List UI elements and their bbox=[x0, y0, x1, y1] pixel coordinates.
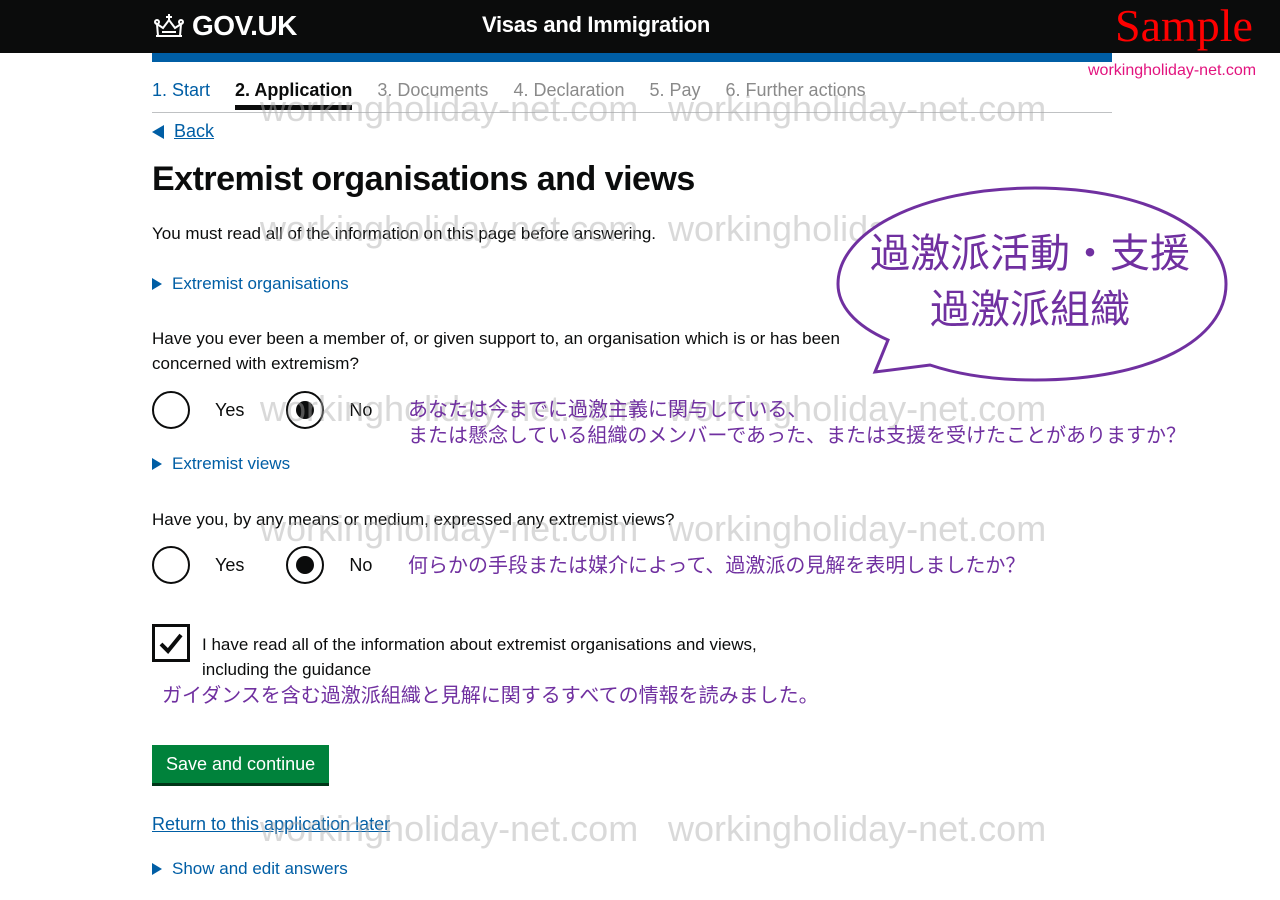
radio-circle-selected[interactable] bbox=[286, 546, 325, 584]
service-name[interactable]: Visas and Immigration bbox=[482, 12, 710, 38]
radio-label: Yes bbox=[215, 554, 245, 575]
annotation-confirm: ガイダンスを含む過激派組織と見解に関するすべての情報を読みました。 bbox=[162, 683, 819, 707]
radio-membership-yes[interactable]: Yes bbox=[152, 391, 244, 429]
annotation-q1: あなたは今までに過激主義に関与している、 または懸念している組織のメンバーであっ… bbox=[408, 396, 1186, 448]
step-declaration: 4. Declaration bbox=[513, 80, 625, 100]
radio-group-views: Yes No bbox=[152, 546, 414, 584]
radio-views-yes[interactable]: Yes bbox=[152, 546, 244, 584]
steps-divider bbox=[152, 112, 1112, 113]
sample-label: Sample bbox=[1115, 0, 1253, 51]
radio-circle-selected[interactable] bbox=[286, 391, 325, 429]
details-extremist-views[interactable]: Extremist views bbox=[152, 454, 290, 474]
back-link[interactable]: Back bbox=[152, 121, 214, 142]
radio-circle[interactable] bbox=[152, 546, 190, 584]
details-extremist-organisations[interactable]: Extremist organisations bbox=[152, 274, 349, 294]
return-later-link[interactable]: Return to this application later bbox=[152, 814, 390, 835]
radio-group-membership: Yes No bbox=[152, 391, 414, 429]
question-views: Have you, by any means or medium, expres… bbox=[152, 510, 675, 529]
bubble-annotation: 過激派活動・支援 過激派組織 bbox=[840, 226, 1220, 338]
radio-membership-no[interactable]: No bbox=[286, 391, 372, 429]
page-title: Extremist organisations and views bbox=[152, 160, 695, 198]
progress-steps: 1. Start 2. Application 3. Documents 4. … bbox=[152, 80, 891, 110]
step-start[interactable]: 1. Start bbox=[152, 80, 210, 107]
logo-text: GOV.UK bbox=[192, 10, 297, 41]
annotation-q1-line-1: あなたは今までに過激主義に関与している、 bbox=[408, 397, 808, 421]
radio-views-no[interactable]: No bbox=[286, 546, 372, 584]
site-tag: workingholiday-net.com bbox=[1088, 62, 1257, 79]
confirm-read-row: I have read all of the information about… bbox=[152, 624, 822, 682]
details-show-edit-answers[interactable]: Show and edit answers bbox=[152, 859, 348, 879]
back-arrow-icon bbox=[152, 124, 164, 139]
triangle-right-icon bbox=[152, 458, 162, 470]
confirm-read-label[interactable]: I have read all of the information about… bbox=[202, 632, 822, 682]
checkmark-icon bbox=[159, 633, 183, 654]
intro-text: You must read all of the information on … bbox=[152, 224, 657, 243]
step-further-actions: 6. Further actions bbox=[725, 80, 866, 100]
confirm-read-checkbox[interactable] bbox=[152, 624, 190, 662]
details-label: Show and edit answers bbox=[172, 859, 348, 878]
back-link-text[interactable]: Back bbox=[174, 121, 214, 142]
step-application: 2. Application bbox=[235, 80, 353, 110]
step-pay: 5. Pay bbox=[649, 80, 701, 100]
radio-label: Yes bbox=[215, 399, 245, 420]
bubble-line-1: 過激派活動・支援 bbox=[870, 231, 1190, 277]
step-documents: 3. Documents bbox=[377, 80, 489, 100]
annotation-q1-line-2: または懸念している組織のメンバーであった、または支援を受けたことがありますか？ bbox=[408, 423, 1186, 447]
crown-icon bbox=[154, 14, 184, 37]
govuk-header: GOV.UK Visas and Immigration Sample bbox=[0, 0, 1280, 53]
triangle-right-icon bbox=[152, 863, 162, 875]
header-blue-bar bbox=[152, 53, 1112, 62]
radio-circle[interactable] bbox=[152, 391, 190, 429]
govuk-logo-link[interactable]: GOV.UK bbox=[152, 10, 297, 42]
watermark: workingholiday-net.com bbox=[668, 808, 1047, 849]
radio-label: No bbox=[349, 554, 373, 575]
radio-label: No bbox=[349, 399, 373, 420]
bubble-line-2: 過激派組織 bbox=[930, 287, 1130, 333]
triangle-right-icon bbox=[152, 278, 162, 290]
question-membership: Have you ever been a member of, or given… bbox=[152, 329, 840, 373]
annotation-q2: 何らかの手段または媒介によって、過激派の見解を表明しましたか？ bbox=[408, 553, 1026, 577]
details-label: Extremist organisations bbox=[172, 274, 349, 293]
save-and-continue-button[interactable]: Save and continue bbox=[152, 745, 330, 783]
details-label: Extremist views bbox=[172, 454, 291, 473]
